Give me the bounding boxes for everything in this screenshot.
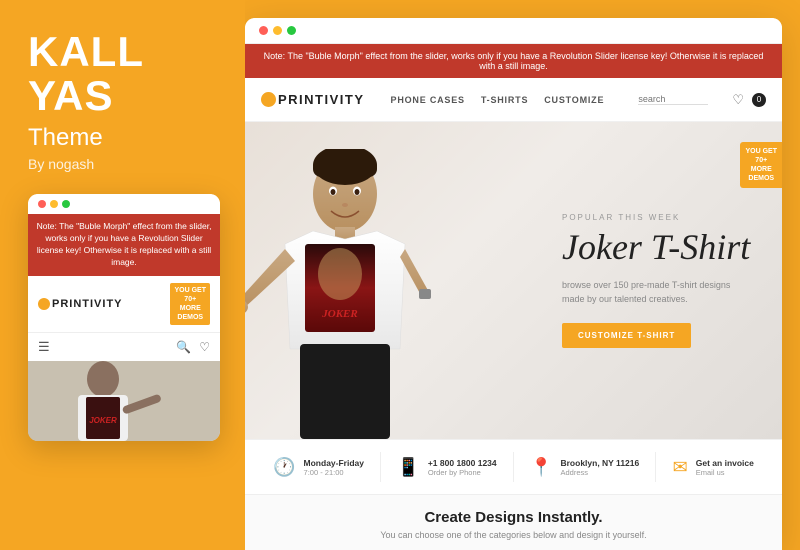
clock-icon: 🕐 bbox=[273, 457, 295, 478]
mobile-mockup: Note: The "Buble Morph" effect from the … bbox=[28, 194, 220, 441]
info-item-invoice: ✉ Get an invoice Email us bbox=[673, 457, 754, 478]
info-hours-text: Monday-Friday 7:00 - 21:00 bbox=[304, 458, 364, 477]
info-phone-sub: Order by Phone bbox=[428, 468, 497, 477]
nav-link-tshirts[interactable]: T-SHIRTS bbox=[481, 95, 528, 105]
mobile-dot-red bbox=[38, 200, 46, 208]
email-icon: ✉ bbox=[673, 457, 688, 478]
left-panel: KALL YAS Theme By nogash Note: The "Bubl… bbox=[0, 0, 245, 550]
hero-left: JOKER bbox=[245, 122, 562, 439]
mobile-hero-image: JOKER bbox=[28, 361, 220, 441]
mobile-nav-icons: 🔍 ♡ bbox=[176, 340, 210, 354]
mobile-nav-bar: ☰ 🔍 ♡ bbox=[28, 332, 220, 361]
desktop-nav: PRINTIVITY PHONE CASES T-SHIRTS CUSTOMIZ… bbox=[245, 78, 782, 122]
mobile-logo-bar: PRINTIVITY YOU GET70+MOREDEMOS bbox=[28, 276, 220, 332]
search-input[interactable] bbox=[638, 94, 708, 105]
desktop-hero: YOU GET70+MOREDEMOS bbox=[245, 122, 782, 439]
desktop-nav-icons: ♡ 0 bbox=[732, 92, 766, 108]
desktop-banner: Note: The "Buble Morph" effect from the … bbox=[245, 44, 782, 78]
demos-badge-desktop[interactable]: YOU GET70+MOREDEMOS bbox=[740, 142, 782, 188]
desktop-bottom: Create Designs Instantly. You can choose… bbox=[245, 494, 782, 550]
info-address-sub: Address bbox=[560, 468, 639, 477]
mobile-banner: Note: The "Buble Morph" effect from the … bbox=[28, 214, 220, 276]
phone-icon: 📱 bbox=[397, 457, 419, 478]
info-hours-title: Monday-Friday bbox=[304, 458, 364, 468]
info-address-title: Brooklyn, NY 11216 bbox=[560, 458, 639, 468]
hero-title: Joker T-Shirt bbox=[562, 228, 766, 268]
desktop-top-bar bbox=[245, 18, 782, 44]
desktop-logo-text: PRINTIVITY bbox=[278, 92, 365, 107]
bottom-title: Create Designs Instantly. bbox=[265, 509, 762, 526]
desktop-dot-red bbox=[259, 26, 268, 35]
customize-tshirt-button[interactable]: CUSTOMIZE T-SHIRT bbox=[562, 323, 691, 348]
info-divider-1 bbox=[380, 452, 381, 482]
info-divider-3 bbox=[655, 452, 656, 482]
mobile-logo-circle bbox=[38, 298, 50, 310]
mobile-logo-wrap: PRINTIVITY bbox=[38, 298, 123, 310]
svg-text:JOKER: JOKER bbox=[89, 416, 117, 425]
info-item-hours: 🕐 Monday-Friday 7:00 - 21:00 bbox=[273, 457, 364, 478]
brand-title: KALL YAS bbox=[28, 30, 144, 118]
hero-person-svg: JOKER bbox=[245, 149, 445, 439]
info-divider-2 bbox=[513, 452, 514, 482]
hero-description: browse over 150 pre-made T-shirt designs… bbox=[562, 278, 766, 307]
info-invoice-text: Get an invoice Email us bbox=[696, 458, 754, 477]
cart-badge: 0 bbox=[752, 93, 766, 107]
info-phone-title: +1 800 1800 1234 bbox=[428, 458, 497, 468]
right-panel: Note: The "Buble Morph" effect from the … bbox=[245, 18, 782, 550]
info-item-address: 📍 Brooklyn, NY 11216 Address bbox=[530, 457, 639, 478]
desktop-logo-wrap: PRINTIVITY bbox=[261, 92, 365, 107]
info-hours-sub: 7:00 - 21:00 bbox=[304, 468, 364, 477]
nav-link-customize[interactable]: CUSTOMIZE bbox=[544, 95, 604, 105]
info-invoice-title: Get an invoice bbox=[696, 458, 754, 468]
info-invoice-sub: Email us bbox=[696, 468, 754, 477]
mobile-demos-badge: YOU GET70+MOREDEMOS bbox=[170, 283, 210, 325]
desktop-dot-yellow bbox=[273, 26, 282, 35]
nav-link-phone-cases[interactable]: PHONE CASES bbox=[391, 95, 465, 105]
popular-label: POPULAR THIS WEEK bbox=[562, 213, 766, 222]
bottom-subtitle: You can choose one of the categories bel… bbox=[265, 530, 762, 540]
wishlist-icon[interactable]: ♡ bbox=[732, 92, 744, 108]
desktop-dot-green bbox=[287, 26, 296, 35]
mobile-logo-text: PRINTIVITY bbox=[52, 298, 123, 310]
mobile-dot-yellow bbox=[50, 200, 58, 208]
heart-icon[interactable]: ♡ bbox=[199, 340, 210, 354]
mobile-dot-green bbox=[62, 200, 70, 208]
mobile-top-bar bbox=[28, 194, 220, 214]
search-icon[interactable]: 🔍 bbox=[176, 340, 191, 354]
location-icon: 📍 bbox=[530, 457, 552, 478]
svg-text:JOKER: JOKER bbox=[321, 308, 357, 320]
mobile-hero-svg: JOKER bbox=[28, 361, 220, 441]
hamburger-icon[interactable]: ☰ bbox=[38, 339, 50, 355]
info-address-text: Brooklyn, NY 11216 Address bbox=[560, 458, 639, 477]
info-phone-text: +1 800 1800 1234 Order by Phone bbox=[428, 458, 497, 477]
desktop-nav-links: PHONE CASES T-SHIRTS CUSTOMIZE bbox=[391, 95, 623, 105]
info-item-phone: 📱 +1 800 1800 1234 Order by Phone bbox=[397, 457, 496, 478]
by-label: By nogash bbox=[28, 156, 94, 172]
theme-label: Theme bbox=[28, 124, 103, 152]
desktop-logo-circle bbox=[261, 92, 276, 107]
desktop-info-bar: 🕐 Monday-Friday 7:00 - 21:00 📱 +1 800 18… bbox=[245, 439, 782, 494]
